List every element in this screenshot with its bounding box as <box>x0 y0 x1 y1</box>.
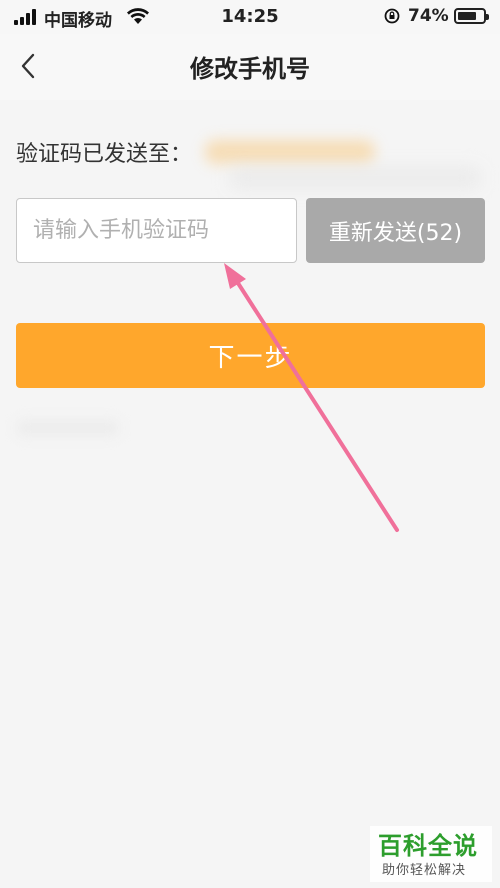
resend-code-button[interactable]: 重新发送(52) <box>306 198 485 263</box>
watermark-subtitle: 助你轻松解决 <box>382 863 467 878</box>
page-title: 修改手机号 <box>190 55 310 83</box>
verification-code-input[interactable] <box>16 198 297 263</box>
code-sent-label: 验证码已发送至： <box>16 142 193 167</box>
next-step-button[interactable]: 下一步 <box>16 323 485 388</box>
annotation-arrow <box>224 263 399 532</box>
watermark-logo: 百科全说 助你轻松解决 <box>370 826 492 882</box>
blurred-hint <box>18 420 118 436</box>
watermark-title: 百科全说 <box>378 832 478 860</box>
rotation-lock-icon <box>384 8 400 24</box>
battery-icon <box>454 8 489 24</box>
status-bar: 中国移动 14:25 74% <box>0 0 500 34</box>
battery-percent: 74% <box>408 6 449 26</box>
nav-bar: 修改手机号 <box>0 34 500 100</box>
masked-area <box>230 168 480 188</box>
masked-phone-number <box>205 140 375 164</box>
